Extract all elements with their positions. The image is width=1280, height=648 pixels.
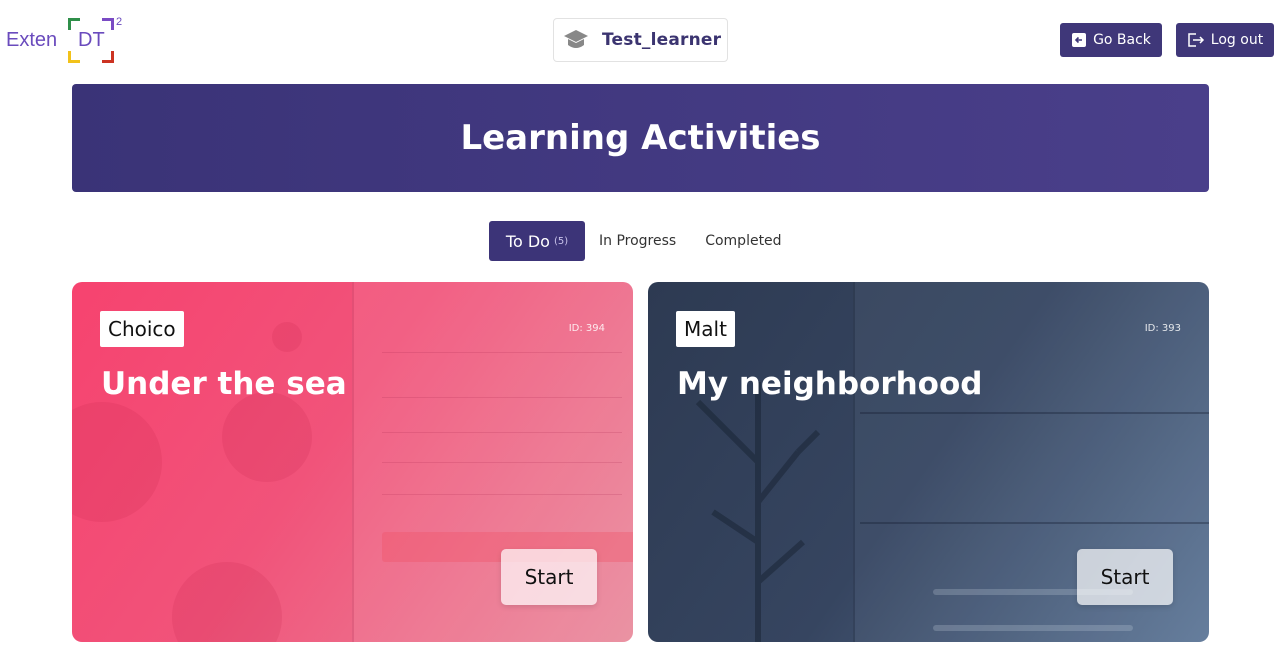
logo-superscript: 2 xyxy=(116,16,123,28)
go-back-button[interactable]: Go Back xyxy=(1060,23,1162,57)
tab-completed[interactable]: Completed xyxy=(705,233,781,249)
tab-todo[interactable]: To Do (5) xyxy=(489,221,585,261)
activity-card[interactable]: Choico ID: 394 Under the sea Start xyxy=(72,282,633,642)
start-button[interactable]: Start xyxy=(501,549,597,605)
activity-platform-tag: Choico xyxy=(100,311,184,347)
activity-title: My neighborhood xyxy=(677,366,983,402)
logout-button[interactable]: Log out xyxy=(1176,23,1274,57)
logo-text-core: DT xyxy=(78,29,105,51)
page-banner: Learning Activities xyxy=(72,84,1209,192)
tab-todo-count: (5) xyxy=(553,235,569,247)
activity-card[interactable]: Malt ID: 393 My neighborhood Start xyxy=(648,282,1209,642)
logout-label: Log out xyxy=(1210,32,1264,48)
page-title: Learning Activities xyxy=(460,118,821,158)
activity-id: ID: 394 xyxy=(568,323,605,334)
activity-id: ID: 393 xyxy=(1144,323,1181,334)
logo-text-prefix: Exten xyxy=(6,29,58,51)
logout-icon xyxy=(1187,32,1205,48)
extendt-logo: Exten DT 2 xyxy=(6,16,126,66)
user-name: Test_learner xyxy=(602,30,722,50)
tab-in-progress[interactable]: In Progress xyxy=(599,233,676,249)
tab-todo-label: To Do xyxy=(505,231,550,251)
activity-platform-tag: Malt xyxy=(676,311,735,347)
arrow-left-icon xyxy=(1071,32,1087,48)
graduation-cap-icon xyxy=(562,26,590,54)
start-button[interactable]: Start xyxy=(1077,549,1173,605)
user-profile-chip[interactable]: Test_learner xyxy=(553,18,728,62)
activity-tabs: To Do (5) In Progress Completed xyxy=(489,221,782,261)
go-back-label: Go Back xyxy=(1093,32,1151,48)
activity-title: Under the sea xyxy=(101,366,347,402)
